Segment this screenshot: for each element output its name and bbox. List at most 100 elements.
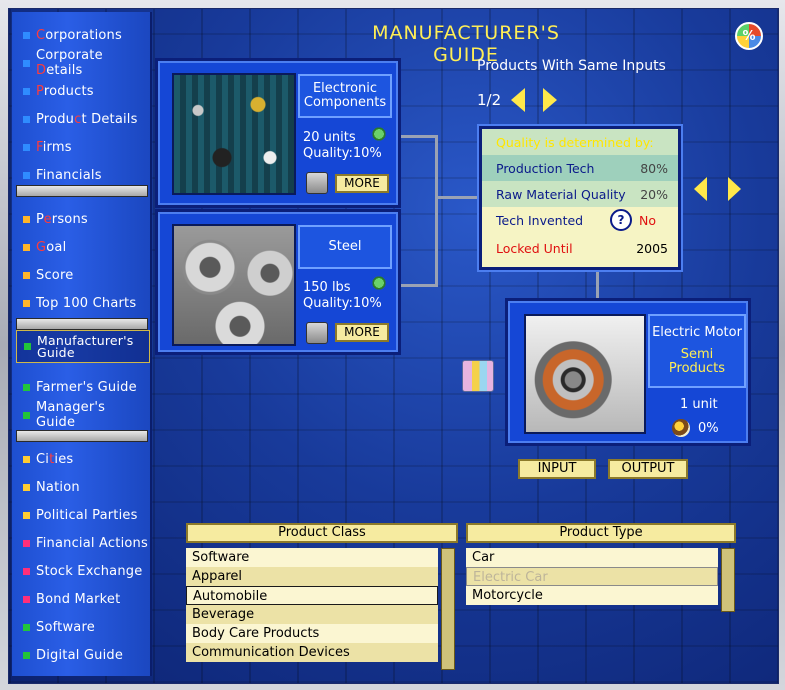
more-button[interactable]: MORE [335,174,389,193]
input-checkbox[interactable] [306,172,328,194]
list-item[interactable]: Electric Car [466,567,718,586]
same-inputs-label: Products With Same Inputs [477,58,666,74]
globe-icon[interactable] [672,419,690,437]
sidebar-item-label: Political Parties [36,507,138,523]
input-button[interactable]: INPUT [518,459,596,479]
sidebar-item-top-100-charts[interactable]: Top 100 Charts [16,290,148,316]
list-item[interactable]: Car [466,548,718,567]
sidebar-item-products[interactable]: Products [16,78,148,104]
product-type-header: Product Type [466,523,736,543]
connector-line [401,135,437,138]
product-class-scrollbar[interactable] [441,548,455,670]
prev-arrow-icon[interactable] [694,177,707,201]
prev-arrow-icon[interactable] [511,88,525,112]
output-units: 1 unit [680,397,718,412]
quality-row-production-tech: Production Tech 80% [482,155,678,181]
sidebar-item-software[interactable]: Software [16,614,148,640]
list-item[interactable]: Beverage [186,605,438,624]
connector-line [401,284,437,287]
sidebar-item-financial-actions[interactable]: Financial Actions [16,530,148,556]
help-icon[interactable]: ? [610,209,632,231]
output-button[interactable]: OUTPUT [608,459,688,479]
electric-motor-image [524,314,646,434]
sidebar-item-manager-s-guide[interactable]: Manager's Guide [16,400,148,430]
bullet-icon [23,511,30,519]
sidebar-item-label: Top 100 Charts [36,295,137,311]
list-item[interactable]: Software [186,548,438,567]
sidebar-separator [16,430,148,442]
bullet-icon [23,115,30,123]
input-name-steel[interactable]: Steel [298,225,392,269]
sidebar-item-financials[interactable]: Financials [16,162,148,188]
sidebar: Corporations Corporate Details Products Pro… [12,12,152,676]
sidebar-item-label: Manufacturer's Guide [37,332,134,360]
refresh-icon[interactable] [370,275,388,291]
input-quality: Quality:10% [303,296,382,311]
bullet-icon [23,87,30,95]
sidebar-item-goal[interactable]: Goal [16,234,148,260]
input-units: 150 lbs [303,280,351,295]
sidebar-item-corporate-details[interactable]: Corporate Details [16,48,148,78]
input-name-electronic-components[interactable]: Electronic Components [298,74,392,118]
sidebar-item-persons[interactable]: Persons [16,206,148,232]
next-arrow-icon[interactable] [728,177,741,201]
list-item[interactable]: Communication Devices [186,643,438,662]
bullet-icon [23,455,30,463]
connector-line [596,268,599,300]
input-checkbox[interactable] [306,322,328,344]
input-panel-electronic-components: Electronic Components 20 units Quality:1… [155,58,401,208]
percent-chart-icon[interactable]: % [735,22,763,50]
quality-row-locked-until: Locked Until 2005 [482,233,678,267]
sidebar-item-label: Stock Exchange [36,563,143,579]
sidebar-separator [16,318,148,330]
app-window: Corporations Corporate Details Products Pro… [0,0,785,690]
building-icon[interactable] [462,360,494,392]
input-panel-steel: Steel 150 lbs Quality:10% MORE [155,209,401,355]
sidebar-item-label: Farmer's Guide [36,379,137,395]
sidebar-item-firms[interactable]: Firms [16,134,148,160]
sidebar-item-label: Score [36,267,74,283]
output-percent: 0% [698,421,719,436]
sidebar-item-label: Goal [36,239,67,255]
sidebar-item-farmer-s-guide[interactable]: Farmer's Guide [16,374,148,400]
sidebar-item-label: Manager's Guide [36,400,106,430]
sidebar-item-label: Bond Market [36,591,121,607]
bullet-icon [23,411,30,419]
sidebar-item-bond-market[interactable]: Bond Market [16,586,148,612]
input-units: 20 units [303,130,356,145]
sidebar-item-label: Nation [36,479,80,495]
product-class-list: Software Apparel Automobile Beverage Body Ca… [186,548,442,668]
page-indicator: 1/2 [477,91,502,109]
sidebar-item-score[interactable]: Score [16,262,148,288]
sidebar-item-label: Corporate Details [36,48,103,78]
output-name[interactable]: Electric Motor Semi Products [648,314,746,388]
sidebar-item-political-parties[interactable]: Political Parties [16,502,148,528]
sidebar-item-product-details[interactable]: Product Details [16,106,148,132]
bullet-icon [24,343,31,350]
refresh-icon[interactable] [370,126,388,142]
bullet-icon [23,651,30,659]
sidebar-item-stock-exchange[interactable]: Stock Exchange [16,558,148,584]
sidebar-item-nation[interactable]: Nation [16,474,148,500]
next-arrow-icon[interactable] [543,88,557,112]
list-item[interactable]: Motorcycle [466,586,718,605]
list-item[interactable]: Automobile [186,586,438,605]
bullet-icon [23,623,30,631]
sidebar-item-label: Financials [36,167,102,183]
bullet-icon [23,383,30,391]
product-type-scrollbar[interactable] [721,548,735,612]
more-button[interactable]: MORE [335,323,389,342]
output-panel-electric-motor: Electric Motor Semi Products 1 unit 0% [505,298,751,446]
bullet-icon [23,483,30,491]
list-item[interactable]: Body Care Products [186,624,438,643]
sidebar-item-label: Products [36,83,94,99]
sidebar-item-label: Corporations [36,27,122,43]
sidebar-item-corporations[interactable]: Corporations [16,22,148,48]
sidebar-item-cities[interactable]: Cities [16,446,148,472]
sidebar-item-manufacturer-s-guide[interactable]: Manufacturer's Guide [16,330,150,363]
sidebar-item-label: Software [36,619,95,635]
sidebar-item-label: Financial Actions [36,535,148,551]
sidebar-item-digital-guide[interactable]: Digital Guide [16,642,148,668]
list-item[interactable]: Apparel [186,567,438,586]
product-type-list: Car Electric Car Motorcycle [466,548,718,610]
